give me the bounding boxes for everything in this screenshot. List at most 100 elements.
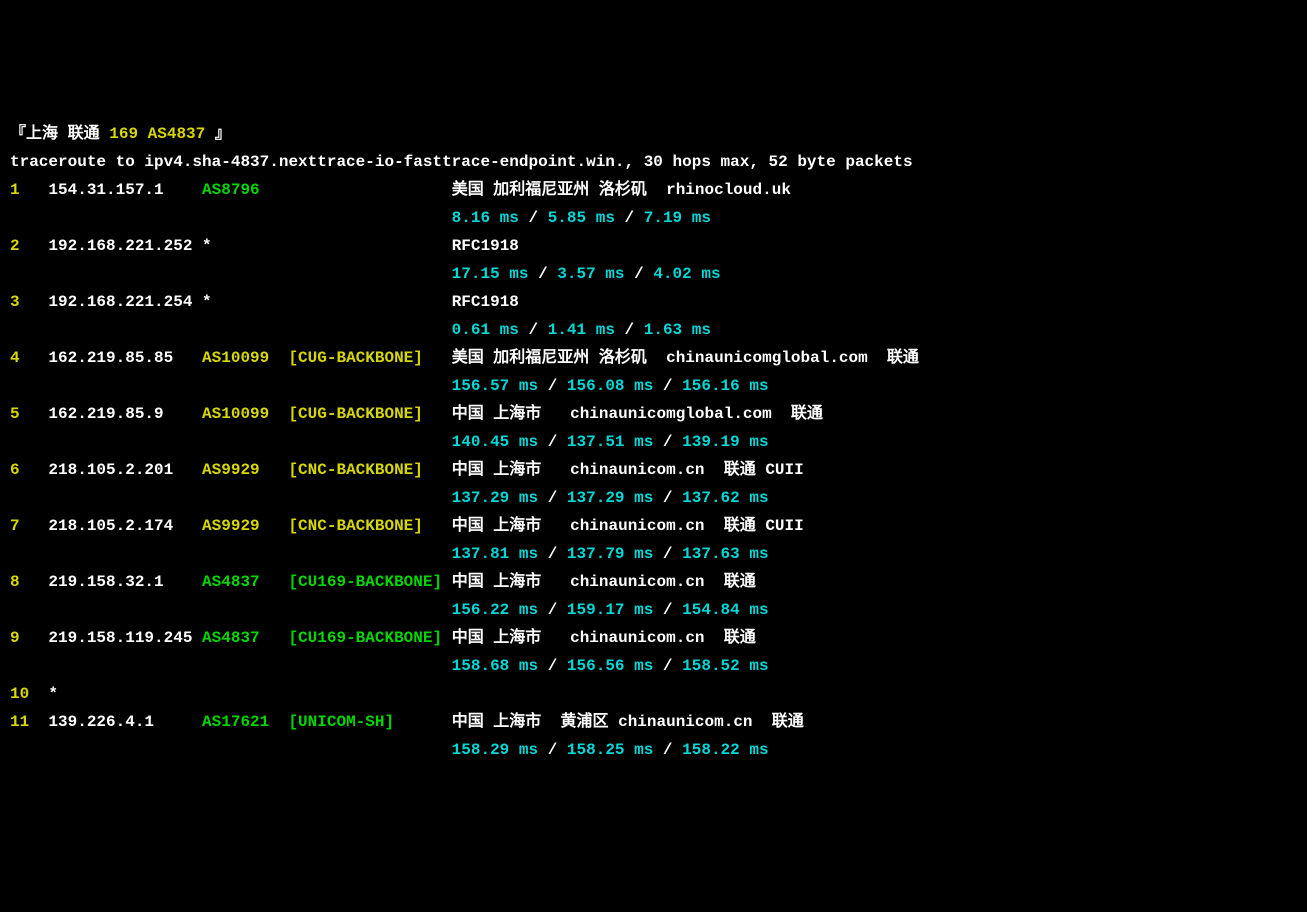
hop-geo: 中国 上海市 chinaunicom.cn 联通 (452, 573, 756, 591)
hop-ip: 219.158.32.1 (48, 573, 202, 591)
hop-ip: * (48, 685, 202, 703)
hop-ip: 218.105.2.174 (48, 517, 202, 535)
hop-timings: 17.15 ms / 3.57 ms / 4.02 ms (10, 260, 1297, 288)
hop-geo: 中国 上海市 黄浦区 chinaunicom.cn 联通 (452, 713, 804, 731)
hop-row: 3 192.168.221.254 * RFC1918 (10, 288, 1297, 316)
hop-timings: 137.29 ms / 137.29 ms / 137.62 ms (10, 484, 1297, 512)
hop-asn: AS8796 (202, 181, 288, 199)
hop-rtt-2: 137.79 ms (567, 545, 653, 563)
hop-geo: 中国 上海市 chinaunicomglobal.com 联通 (452, 405, 823, 423)
hop-rtt-2: 5.85 ms (548, 209, 615, 227)
hop-rtt-2: 137.51 ms (567, 433, 653, 451)
hop-rtt-3: 137.62 ms (682, 489, 768, 507)
hop-rtt-1: 158.29 ms (452, 741, 538, 759)
hop-ip: 218.105.2.201 (48, 461, 202, 479)
hop-rtt-2: 137.29 ms (567, 489, 653, 507)
hop-timings: 140.45 ms / 137.51 ms / 139.19 ms (10, 428, 1297, 456)
hop-row: 6 218.105.2.201 AS9929 [CNC-BACKBONE] 中国… (10, 456, 1297, 484)
hop-timings: 158.29 ms / 158.25 ms / 158.22 ms (10, 736, 1297, 764)
hop-number: 11 (10, 713, 48, 731)
hop-row: 10 * (10, 680, 1297, 708)
hop-backbone-tag: [CUG-BACKBONE] (288, 349, 451, 367)
hop-backbone-tag: [CNC-BACKBONE] (288, 461, 451, 479)
hop-rtt-2: 156.08 ms (567, 377, 653, 395)
hop-geo: RFC1918 (452, 237, 519, 255)
hop-timings: 156.22 ms / 159.17 ms / 154.84 ms (10, 596, 1297, 624)
hop-backbone-tag: [CU169-BACKBONE] (288, 629, 451, 647)
hop-rtt-3: 158.22 ms (682, 741, 768, 759)
hop-asn: AS10099 (202, 405, 288, 423)
hop-asn: AS9929 (202, 517, 288, 535)
hop-row: 5 162.219.85.9 AS10099 [CUG-BACKBONE] 中国… (10, 400, 1297, 428)
hop-asn: AS9929 (202, 461, 288, 479)
hop-rtt-3: 1.63 ms (644, 321, 711, 339)
hop-geo: 美国 加利福尼亚州 洛杉矶 rhinocloud.uk (452, 181, 791, 199)
hop-timings: 137.81 ms / 137.79 ms / 137.63 ms (10, 540, 1297, 568)
hop-rtt-3: 158.52 ms (682, 657, 768, 675)
hop-rtt-3: 154.84 ms (682, 601, 768, 619)
hop-ip: 219.158.119.245 (48, 629, 202, 647)
hop-number: 4 (10, 349, 48, 367)
hop-ip: 154.31.157.1 (48, 181, 202, 199)
hop-rtt-3: 156.16 ms (682, 377, 768, 395)
hop-asn: AS4837 (202, 629, 288, 647)
trace-command: traceroute to ipv4.sha-4837.nexttrace-io… (10, 148, 1297, 176)
hop-number: 3 (10, 293, 48, 311)
hop-ip: 139.226.4.1 (48, 713, 202, 731)
hop-geo: 美国 加利福尼亚州 洛杉矶 chinaunicomglobal.com 联通 (452, 349, 919, 367)
hop-rtt-2: 158.25 ms (567, 741, 653, 759)
hop-ip: 192.168.221.254 (48, 293, 202, 311)
hop-rtt-1: 137.29 ms (452, 489, 538, 507)
hop-backbone-tag: [CU169-BACKBONE] (288, 573, 451, 591)
hop-number: 6 (10, 461, 48, 479)
hop-row: 2 192.168.221.252 * RFC1918 (10, 232, 1297, 260)
hop-geo: RFC1918 (452, 293, 519, 311)
terminal-output: 『上海 联通 169 AS4837 』traceroute to ipv4.sh… (10, 120, 1297, 764)
trace-title: 『上海 联通 169 AS4837 』 (10, 120, 1297, 148)
hop-rtt-1: 8.16 ms (452, 209, 519, 227)
hop-row: 4 162.219.85.85 AS10099 [CUG-BACKBONE] 美… (10, 344, 1297, 372)
hop-row: 7 218.105.2.174 AS9929 [CNC-BACKBONE] 中国… (10, 512, 1297, 540)
hop-rtt-1: 137.81 ms (452, 545, 538, 563)
hop-row: 8 219.158.32.1 AS4837 [CU169-BACKBONE] 中… (10, 568, 1297, 596)
hop-rtt-3: 137.63 ms (682, 545, 768, 563)
hop-rtt-2: 3.57 ms (557, 265, 624, 283)
hop-timings: 8.16 ms / 5.85 ms / 7.19 ms (10, 204, 1297, 232)
hop-number: 10 (10, 685, 48, 703)
hop-number: 8 (10, 573, 48, 591)
hop-geo: 中国 上海市 chinaunicom.cn 联通 CUII (452, 461, 804, 479)
hop-backbone-tag: [CNC-BACKBONE] (288, 517, 451, 535)
hop-row: 11 139.226.4.1 AS17621 [UNICOM-SH] 中国 上海… (10, 708, 1297, 736)
hop-number: 7 (10, 517, 48, 535)
hop-rtt-1: 156.22 ms (452, 601, 538, 619)
hop-backbone-tag: [UNICOM-SH] (288, 713, 451, 731)
hop-asn: AS4837 (202, 573, 288, 591)
hop-number: 5 (10, 405, 48, 423)
hop-rtt-1: 17.15 ms (452, 265, 529, 283)
hop-geo: 中国 上海市 chinaunicom.cn 联通 (452, 629, 756, 647)
hop-ip: 162.219.85.9 (48, 405, 202, 423)
hop-rtt-3: 4.02 ms (653, 265, 720, 283)
hop-timings: 0.61 ms / 1.41 ms / 1.63 ms (10, 316, 1297, 344)
hop-rtt-1: 156.57 ms (452, 377, 538, 395)
hop-asn: AS10099 (202, 349, 288, 367)
hop-rtt-3: 139.19 ms (682, 433, 768, 451)
hop-ip: 192.168.221.252 (48, 237, 202, 255)
hop-asn: AS17621 (202, 713, 288, 731)
hop-geo: 中国 上海市 chinaunicom.cn 联通 CUII (452, 517, 804, 535)
hop-row: 9 219.158.119.245 AS4837 [CU169-BACKBONE… (10, 624, 1297, 652)
hop-asn: * (202, 293, 288, 311)
hop-timings: 156.57 ms / 156.08 ms / 156.16 ms (10, 372, 1297, 400)
hop-timings: 158.68 ms / 156.56 ms / 158.52 ms (10, 652, 1297, 680)
hop-rtt-3: 7.19 ms (644, 209, 711, 227)
hop-rtt-2: 156.56 ms (567, 657, 653, 675)
hop-number: 2 (10, 237, 48, 255)
hop-rtt-2: 1.41 ms (548, 321, 615, 339)
hop-rtt-1: 140.45 ms (452, 433, 538, 451)
hop-backbone-tag: [CUG-BACKBONE] (288, 405, 451, 423)
hop-ip: 162.219.85.85 (48, 349, 202, 367)
hop-rtt-1: 0.61 ms (452, 321, 519, 339)
hop-row: 1 154.31.157.1 AS8796 美国 加利福尼亚州 洛杉矶 rhin… (10, 176, 1297, 204)
hop-number: 9 (10, 629, 48, 647)
hop-rtt-1: 158.68 ms (452, 657, 538, 675)
